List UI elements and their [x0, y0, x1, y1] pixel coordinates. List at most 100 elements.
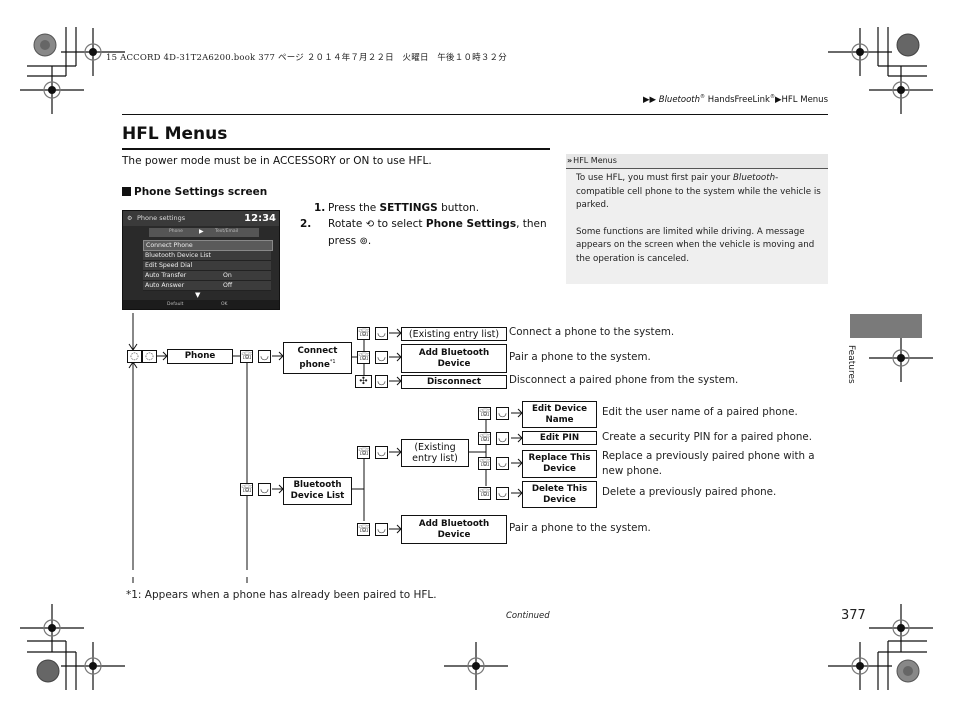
menu-box-replace-this-device[interactable]: Replace This Device [522, 450, 597, 478]
description-edit-pin: Create a security PIN for a paired phone… [602, 431, 813, 443]
menu-box-connect-phone[interactable]: Connect phone*1 [283, 342, 352, 374]
screen-tab-text-email[interactable]: Text/Email [215, 229, 238, 234]
breadcrumb-item-bluetooth[interactable]: Bluetooth [659, 95, 700, 105]
dial-move-icon: ✣ [355, 375, 372, 388]
print-header: 15 ACCORD 4D-31T2A6200.book 377 ページ ２０１４… [106, 53, 507, 63]
dial-rotate-icon: ☏ [357, 446, 371, 459]
breadcrumb-item-handsfreelink[interactable]: HandsFreeLink [708, 95, 770, 105]
continued-label: Continued [506, 611, 550, 621]
menu-box-add-bluetooth-device[interactable]: Add Bluetooth Device [401, 344, 507, 373]
registration-crosshair-icon [61, 642, 125, 690]
description-pair: Pair a phone to the system. [509, 351, 651, 363]
registration-crosshair-icon [20, 66, 84, 114]
dial-rotate-icon: ⟲ [365, 219, 375, 230]
screen-title: Phone settings [137, 214, 186, 222]
dial-rotate-icon: ☏ [478, 432, 492, 445]
registration-rosette-icon [36, 659, 60, 683]
registration-rosette-icon [896, 33, 920, 57]
page-title: HFL Menus [122, 124, 228, 144]
registration-crosshair-icon [828, 28, 892, 76]
breadcrumb: ▶▶ Bluetooth® HandsFreeLink®▶HFL Menus [643, 94, 828, 105]
description-connect: Connect a phone to the system. [509, 326, 675, 338]
dial-press-icon: ◡ [496, 432, 509, 445]
screen-default-button[interactable]: Default [167, 300, 183, 309]
menu-box-existing-entry-list-2[interactable]: (Existing entry list) [401, 439, 469, 467]
screen-item-bluetooth-device-list[interactable]: Bluetooth Device List [143, 251, 271, 261]
registered-mark: ® [700, 94, 705, 100]
description-disconnect: Disconnect a paired phone from the syste… [509, 374, 739, 386]
dial-press-icon: ◡ [496, 407, 509, 420]
section-side-tab[interactable] [850, 314, 922, 338]
selector-left-icon: ◌ [127, 350, 142, 363]
dial-press-icon: ◡ [375, 351, 388, 364]
registration-crosshair-icon [444, 642, 508, 690]
double-chevron-icon: » [567, 156, 573, 165]
dial-rotate-icon: ☏ [240, 483, 254, 496]
registration-crosshair-icon [20, 604, 84, 652]
dial-rotate-icon: ☏ [240, 350, 254, 363]
menu-box-edit-device-name[interactable]: Edit Device Name [522, 401, 597, 428]
dial-press-icon: ◡ [375, 327, 388, 340]
registration-crosshair-icon [869, 66, 933, 114]
screen-item-auto-answer[interactable]: Auto Answer Off [143, 281, 271, 291]
page-number: 377 [841, 608, 866, 623]
description-replace: Replace a previously paired phone with a… [602, 450, 815, 477]
side-note-paragraph: To use HFL, you must first pair your Blu… [576, 173, 821, 210]
menu-box-edit-pin[interactable]: Edit PIN [522, 431, 597, 445]
side-note-header: »HFL Menus [566, 154, 828, 169]
menu-box-phone[interactable]: Phone [167, 349, 233, 364]
footnote: *1: Appears when a phone has already bee… [126, 589, 437, 601]
dial-press-icon: ◡ [496, 487, 509, 500]
registration-crosshair-icon [828, 642, 892, 690]
description-pair-2: Pair a phone to the system. [509, 522, 651, 534]
menu-box-delete-this-device[interactable]: Delete This Device [522, 481, 597, 508]
side-note: »HFL Menus To use HFL, you must first pa… [566, 154, 828, 284]
screen-tab-phone[interactable]: Phone [169, 229, 183, 234]
step-1: 1. Press the SETTINGS button. [314, 202, 480, 214]
dial-press-icon: ◡ [375, 375, 388, 388]
dial-press-icon: ⊚ [359, 236, 368, 247]
dial-rotate-icon: ☏ [478, 457, 492, 470]
breadcrumb-item-hfl-menus: HFL Menus [781, 94, 828, 105]
instruction-steps: 1. Press the SETTINGS button. 2. Rotate ⟲ … [300, 200, 554, 250]
dial-press-icon: ◡ [496, 457, 509, 470]
dial-rotate-icon: ☏ [357, 351, 371, 364]
screen-item-edit-speed-dial[interactable]: Edit Speed Dial [143, 261, 271, 271]
dial-press-icon: ◡ [258, 350, 271, 363]
registration-crosshair-icon [869, 604, 933, 652]
dial-rotate-icon: ☏ [357, 523, 371, 536]
screen-clock: 12:34 [244, 213, 276, 224]
screen-footer: Default OK [123, 300, 279, 309]
step-2: 2. Rotate ⟲ to select Phone Settings, the… [300, 218, 547, 247]
menu-box-add-bluetooth-device-2[interactable]: Add Bluetooth Device [401, 515, 507, 544]
registration-crosshair-icon [869, 334, 933, 382]
scroll-down-icon: ▼ [195, 291, 201, 299]
dial-rotate-icon: ☏ [478, 487, 492, 500]
menu-box-disconnect[interactable]: Disconnect [401, 375, 507, 389]
square-bullet-icon [122, 187, 131, 196]
intro-text: The power mode must be in ACCESSORY or O… [122, 155, 432, 167]
section-heading: Phone Settings screen [122, 186, 267, 198]
menu-box-existing-entry-list[interactable]: (Existing entry list) [401, 327, 507, 341]
title-rule [122, 148, 550, 150]
dial-rotate-icon: ☏ [478, 407, 492, 420]
section-side-label: Features [846, 345, 856, 384]
menu-box-bluetooth-device-list[interactable]: Bluetooth Device List [283, 477, 352, 505]
dial-rotate-icon: ☏ [357, 327, 371, 340]
description-edit-name: Edit the user name of a paired phone. [602, 406, 798, 418]
dial-press-icon: ◡ [375, 523, 388, 536]
screen-item-auto-transfer[interactable]: Auto Transfer On [143, 271, 271, 281]
side-note-body: To use HFL, you must first pair your Blu… [576, 172, 824, 279]
dial-press-icon: ◡ [258, 483, 271, 496]
screen-item-connect-phone[interactable]: Connect Phone [143, 240, 273, 251]
settings-gear-icon: ⚙ [127, 215, 133, 222]
dial-press-icon: ◡ [375, 446, 388, 459]
screen-tabs: Phone ▶ Text/Email [149, 228, 259, 237]
header-rule [122, 114, 828, 115]
selector-right-icon: ◌ [142, 350, 157, 363]
screen-ok-button[interactable]: OK [221, 300, 228, 309]
breadcrumb-arrow-icon: ▶▶ [642, 94, 657, 105]
phone-settings-screenshot: ⚙ Phone settings 12:34 Phone ▶ Text/Emai… [122, 210, 280, 310]
description-delete: Delete a previously paired phone. [602, 486, 777, 498]
tab-arrow-icon: ▶ [199, 228, 204, 235]
